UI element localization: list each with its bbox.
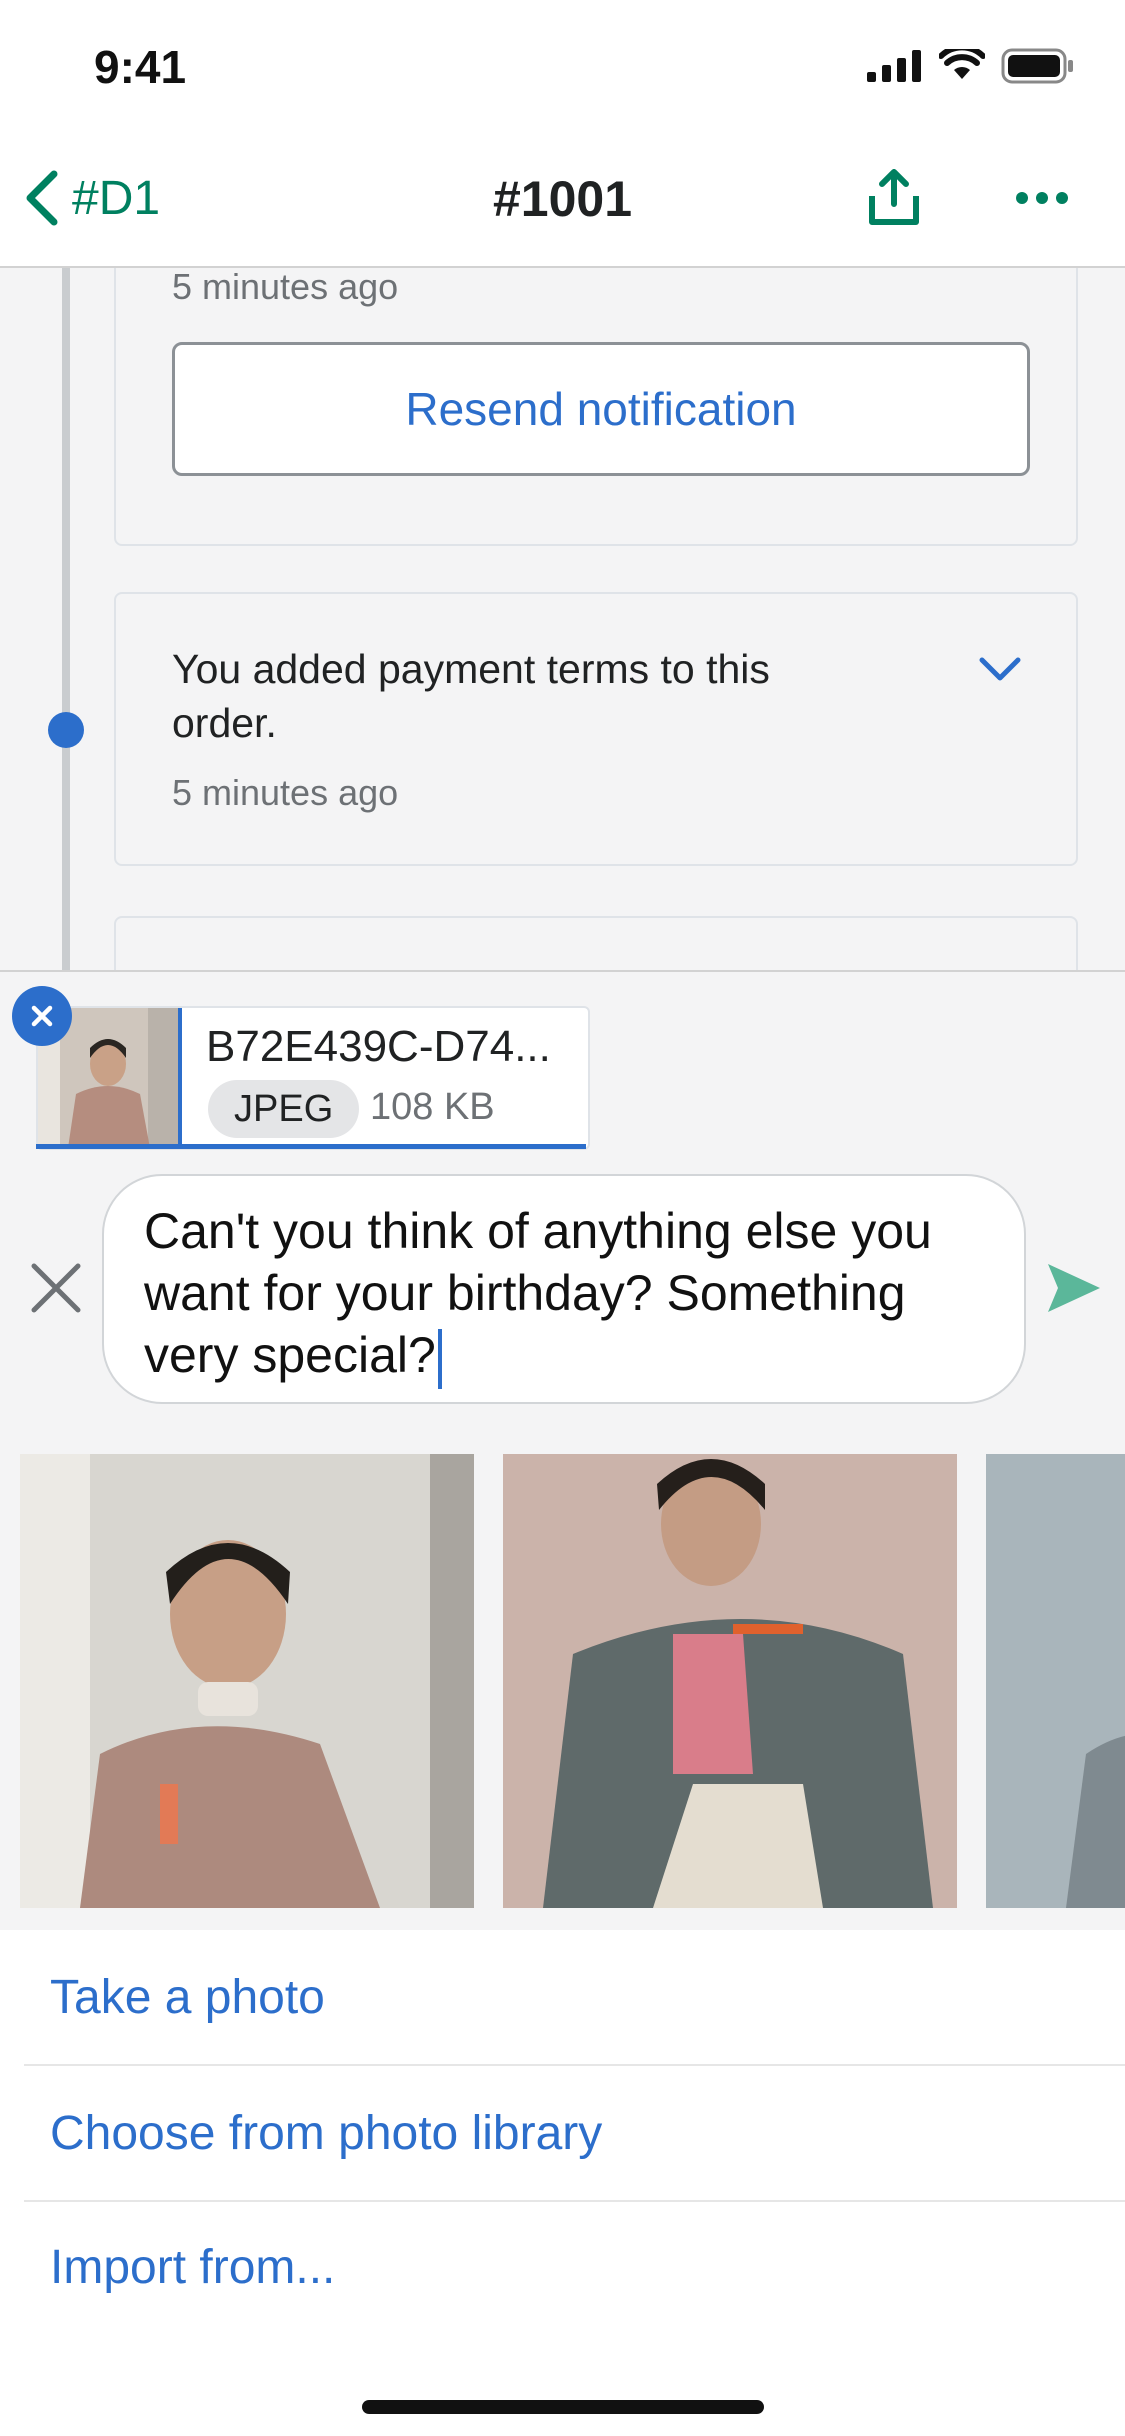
timeline-event-card (114, 916, 1078, 970)
message-composer: B72E439C-D74... JPEG 108 KB Can't you th… (0, 970, 1125, 1932)
choose-from-library-option[interactable]: Choose from photo library (50, 2106, 602, 2161)
close-icon[interactable] (28, 1260, 84, 1316)
message-input[interactable]: Can't you think of anything else you wan… (102, 1174, 1026, 1404)
wifi-icon (939, 49, 985, 79)
photo-strip (0, 1454, 1125, 1908)
navigation-bar: #D1 #1001 (0, 140, 1125, 268)
attachment-filename: B72E439C-D74... (206, 1022, 551, 1071)
remove-attachment-button[interactable] (12, 986, 72, 1046)
close-icon (31, 1005, 53, 1027)
home-indicator[interactable] (362, 2400, 764, 2414)
share-icon (869, 169, 919, 225)
timeline-event-card: 5 minutes ago Resend notification (114, 268, 1078, 546)
attachment-options-sheet: Take a photo Choose from photo library I… (0, 1930, 1125, 2436)
status-icons (867, 48, 1075, 84)
photo-thumbnail[interactable] (503, 1454, 957, 1908)
event-description: You added payment terms to this order. (172, 646, 770, 746)
more-options-button[interactable] (1016, 192, 1068, 204)
event-timestamp: 5 minutes ago (172, 268, 399, 307)
take-photo-option[interactable]: Take a photo (50, 1970, 325, 2025)
divider (24, 2200, 1125, 2202)
photo-thumbnail[interactable] (986, 1454, 1125, 1908)
attachment-chip[interactable]: B72E439C-D74... JPEG 108 KB (36, 1006, 590, 1150)
upload-progress-bar (36, 1144, 586, 1149)
more-dot-icon (1016, 192, 1028, 204)
event-timestamp: 5 minutes ago (172, 772, 399, 813)
message-text: Can't you think of anything else you wan… (144, 1203, 932, 1383)
share-button[interactable] (866, 166, 922, 235)
clock: 9:41 (94, 41, 187, 93)
order-timeline: 5 minutes ago Resend notification You ad… (0, 268, 1125, 970)
file-type-badge: JPEG (208, 1080, 360, 1138)
send-icon[interactable] (1044, 1258, 1104, 1318)
more-dot-icon (1036, 192, 1048, 204)
thumbnail-divider (178, 1008, 182, 1148)
chevron-down-icon[interactable] (978, 656, 1022, 684)
text-cursor (437, 1328, 442, 1389)
timeline-marker (48, 712, 84, 748)
battery-icon (1001, 48, 1073, 84)
resend-notification-button[interactable]: Resend notification (172, 342, 1030, 476)
photo-thumbnail[interactable] (20, 1454, 474, 1908)
more-dot-icon (1056, 192, 1068, 204)
cellular-signal-icon (867, 50, 921, 82)
status-bar: 9:41 (0, 0, 1125, 140)
import-from-option[interactable]: Import from... (50, 2240, 335, 2295)
file-size: 108 KB (370, 1086, 495, 1128)
page-title: #1001 (492, 171, 633, 227)
timeline-event-card[interactable]: You added payment terms to this order. 5… (114, 592, 1078, 866)
divider (24, 2064, 1125, 2066)
timeline-line (62, 268, 70, 970)
